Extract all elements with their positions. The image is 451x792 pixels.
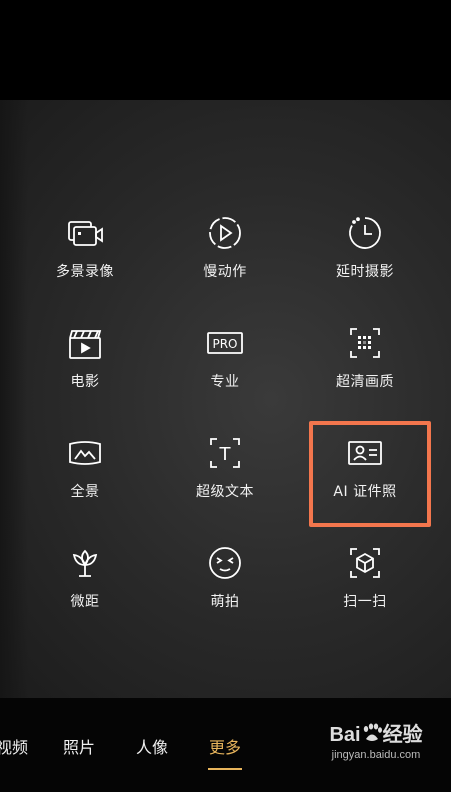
high-resolution-icon [345, 323, 385, 363]
time-lapse-icon [345, 213, 385, 253]
mode-cute-photo[interactable]: 萌拍 [155, 543, 295, 611]
watermark-brand: Bai 经验 [321, 718, 431, 749]
active-tab-indicator [208, 768, 242, 770]
panorama-icon [65, 433, 105, 473]
pro-icon: PRO [205, 323, 245, 363]
tab-photo[interactable]: 照片 [63, 734, 95, 758]
tab-more[interactable]: 更多 [209, 734, 241, 758]
mode-time-lapse[interactable]: 延时摄影 [295, 213, 435, 281]
watermark-brand-bai: Bai [329, 724, 361, 746]
clapperboard-icon [65, 323, 105, 363]
mode-multi-view[interactable]: 多景录像 [15, 213, 155, 281]
super-text-icon: T [205, 433, 245, 473]
highlight-box [309, 421, 431, 527]
mode-macro[interactable]: 微距 [15, 543, 155, 611]
svg-text:PRO: PRO [212, 337, 237, 351]
mode-label: 全景 [70, 484, 100, 500]
mode-label: 电影 [70, 374, 100, 390]
mode-label: 扫一扫 [343, 594, 387, 610]
mode-movie[interactable]: 电影 [15, 323, 155, 391]
multi-view-camera-icon [65, 213, 105, 253]
slow-motion-icon [205, 213, 245, 253]
svg-text:T: T [219, 444, 232, 465]
mode-label: 多景录像 [56, 264, 114, 280]
mode-slow-motion[interactable]: 慢动作 [155, 213, 295, 281]
watermark-url: jingyan.baidu.com [331, 748, 421, 761]
mode-high-resolution[interactable]: 超清画质 [295, 323, 435, 391]
mode-panorama[interactable]: 全景 [15, 433, 155, 501]
baidu-jingyan-watermark: Bai 经验 jingyan.baidu.com [321, 718, 431, 772]
scan-icon [345, 543, 385, 583]
mode-scan[interactable]: 扫一扫 [295, 543, 435, 611]
macro-flower-icon [65, 543, 105, 583]
tab-portrait[interactable]: 人像 [136, 734, 168, 758]
mode-label: 超清画质 [336, 374, 394, 390]
mode-label: 超级文本 [196, 484, 254, 500]
paw-icon [361, 723, 383, 749]
mode-label: 专业 [210, 374, 240, 390]
mode-super-text[interactable]: T 超级文本 [155, 433, 295, 501]
mode-label: 萌拍 [210, 594, 240, 610]
mode-label: 慢动作 [203, 264, 247, 280]
mode-pro[interactable]: PRO 专业 [155, 323, 295, 391]
mode-label: 延时摄影 [336, 264, 394, 280]
tab-video[interactable]: 视频 [0, 734, 28, 758]
mode-label: 微距 [70, 594, 100, 610]
cute-face-icon [205, 543, 245, 583]
watermark-brand-jingyan: 经验 [382, 724, 423, 746]
